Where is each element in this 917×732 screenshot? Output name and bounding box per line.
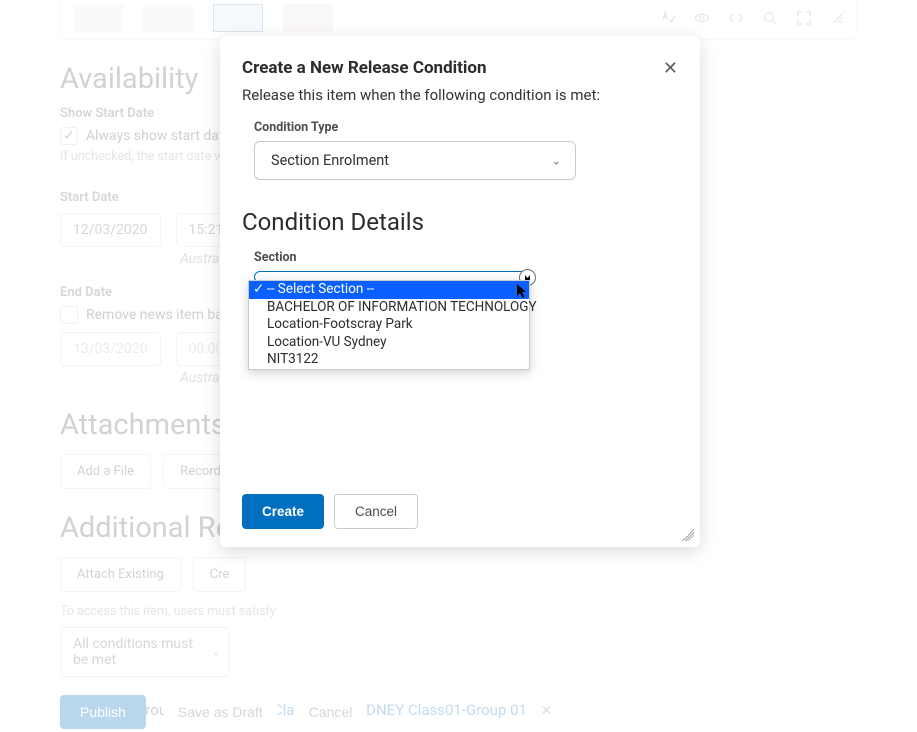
section-option-footscray[interactable]: Location-Footscray Park [249, 316, 529, 334]
resize-handle-icon[interactable] [830, 10, 846, 26]
always-show-checkbox[interactable]: ✓ [60, 127, 78, 145]
search-icon[interactable] [762, 10, 778, 26]
start-date-input[interactable]: 12/03/2020 [60, 213, 161, 247]
create-condition-button[interactable]: Cre [193, 557, 247, 592]
spellcheck-icon[interactable] [660, 10, 676, 26]
publish-button[interactable]: Publish [60, 695, 146, 729]
cancel-button[interactable]: Cancel [334, 494, 418, 529]
source-code-icon[interactable] [728, 10, 744, 26]
always-show-label: Always show start date [86, 128, 231, 144]
chevron-down-icon: ⌄ [212, 646, 221, 659]
chevron-down-icon: ⌄ [552, 154, 561, 167]
section-option-label: -- Select Section -- [267, 281, 374, 297]
section-option-bachelor-it[interactable]: BACHELOR OF INFORMATION TECHNOLOGY [249, 299, 529, 317]
attach-existing-button[interactable]: Attach Existing [60, 557, 181, 592]
preview-icon[interactable] [694, 10, 710, 26]
condition-details-heading: Condition Details [242, 208, 678, 236]
section-option-label: BACHELOR OF INFORMATION TECHNOLOGY [267, 299, 537, 315]
section-option-vusydney[interactable]: Location-VU Sydney [249, 334, 529, 352]
condition-type-select[interactable]: Section Enrolment ⌄ [254, 141, 576, 180]
resize-grip-icon[interactable] [682, 529, 694, 541]
section-options-popup: ✓ -- Select Section -- BACHELOR OF INFOR… [248, 280, 530, 370]
access-hint: To access this item, users must satisfy [60, 604, 857, 619]
editor-top-strip [60, 0, 857, 40]
section-label: Section [254, 250, 678, 265]
condition-type-label: Condition Type [254, 120, 678, 135]
condition-type-value: Section Enrolment [271, 152, 389, 169]
thumbnail-4[interactable] [283, 4, 333, 32]
section-option-placeholder[interactable]: ✓ -- Select Section -- [249, 281, 529, 299]
modal-description: Release this item when the following con… [242, 86, 678, 104]
section-option-label: Location-VU Sydney [267, 334, 387, 350]
thumbnail-3-selected[interactable] [213, 4, 263, 32]
close-icon[interactable]: ✕ [663, 58, 678, 79]
end-date-input[interactable]: 13/03/2020 [60, 332, 161, 366]
save-draft-button[interactable]: Save as Draft [164, 695, 277, 729]
release-condition-modal: Create a New Release Condition ✕ Release… [220, 36, 700, 547]
remove-group-icon[interactable]: ✕ [541, 703, 553, 719]
editor-icon-row [660, 10, 846, 26]
section-option-nit3122[interactable]: NIT3122 [249, 351, 529, 369]
create-button[interactable]: Create [242, 494, 324, 529]
add-file-button[interactable]: Add a File [60, 454, 151, 489]
modal-footer: Create Cancel [242, 494, 418, 529]
thumbnail-1[interactable] [73, 4, 123, 32]
section-option-label: Location-Footscray Park [267, 316, 413, 332]
conditions-dropdown[interactable]: All conditions must be met ⌄ [60, 627, 230, 677]
section-option-label: NIT3122 [267, 351, 319, 367]
cancel-page-button[interactable]: Cancel [295, 695, 367, 729]
checkmark-icon: ✓ [253, 282, 264, 298]
modal-title: Create a New Release Condition [242, 58, 678, 78]
conditions-dropdown-value: All conditions must be met [73, 636, 193, 668]
page-footer-buttons: Publish Save as Draft Cancel [60, 695, 366, 729]
thumbnail-2[interactable] [143, 4, 193, 32]
remove-checkbox[interactable] [60, 306, 78, 324]
fullscreen-icon[interactable] [796, 10, 812, 26]
